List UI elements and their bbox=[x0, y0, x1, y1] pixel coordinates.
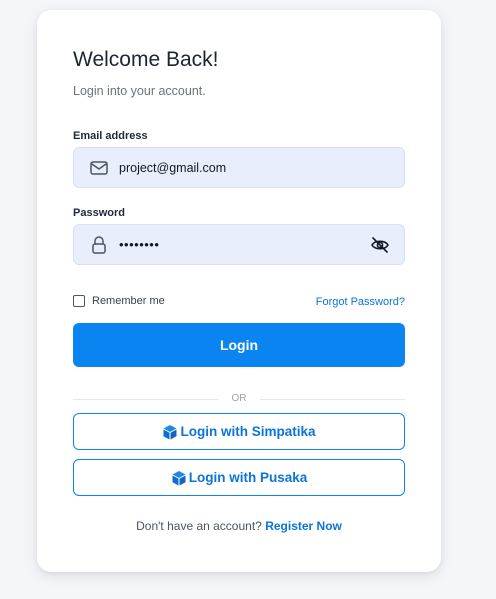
register-prompt-text: Don't have an account? bbox=[136, 519, 262, 533]
cube-icon bbox=[162, 424, 178, 440]
forgot-password-link[interactable]: Forgot Password? bbox=[316, 296, 405, 308]
lock-icon bbox=[88, 234, 110, 256]
email-field[interactable] bbox=[119, 160, 359, 175]
login-card: Welcome Back! Login into your account. E… bbox=[37, 10, 441, 572]
login-pusaka-button[interactable]: Login with Pusaka bbox=[73, 459, 405, 496]
password-field-container[interactable] bbox=[73, 224, 405, 265]
login-simpatika-button[interactable]: Login with Simpatika bbox=[73, 413, 405, 450]
remember-checkbox[interactable] bbox=[73, 295, 85, 307]
password-field[interactable] bbox=[119, 237, 359, 252]
mail-icon bbox=[88, 157, 110, 179]
register-now-link[interactable]: Register Now bbox=[265, 519, 342, 533]
remember-me[interactable]: Remember me bbox=[73, 295, 165, 307]
register-prompt: Don't have an account? Register Now bbox=[73, 519, 405, 533]
email-label: Email address bbox=[73, 130, 148, 142]
page-title: Welcome Back! bbox=[73, 48, 219, 71]
page-subtitle: Login into your account. bbox=[73, 84, 206, 98]
divider-line-right bbox=[260, 399, 405, 400]
remember-label: Remember me bbox=[92, 295, 165, 307]
login-button[interactable]: Login bbox=[73, 323, 405, 367]
cube-icon bbox=[171, 470, 187, 486]
login-simpatika-label: Login with Simpatika bbox=[180, 424, 316, 439]
login-pusaka-label: Login with Pusaka bbox=[188, 470, 308, 485]
password-label: Password bbox=[73, 207, 125, 219]
email-field-container[interactable] bbox=[73, 147, 405, 188]
or-divider: OR bbox=[73, 393, 405, 407]
eye-slash-icon[interactable] bbox=[370, 235, 390, 255]
